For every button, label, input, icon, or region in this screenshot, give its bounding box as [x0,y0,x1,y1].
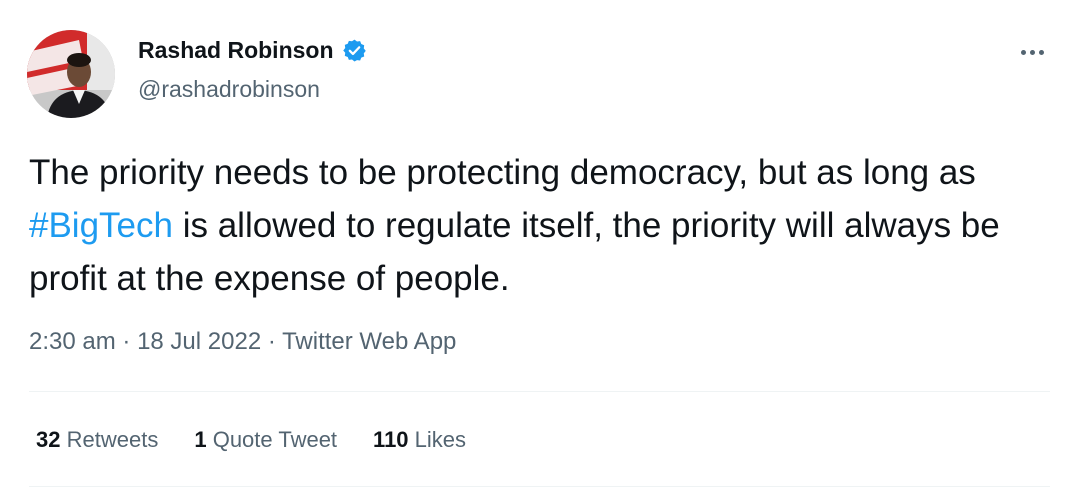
profile-photo [27,30,115,118]
tweet-text-part: The priority needs to be protecting demo… [29,153,976,192]
retweets-stat[interactable]: 32 Retweets [36,427,158,453]
quotes-count: 1 [194,427,207,452]
tweet-text: The priority needs to be protecting demo… [29,146,1039,305]
meta-separator: · [267,328,276,355]
tweet-source-link[interactable]: Twitter Web App [282,328,456,355]
likes-count: 110 [373,427,409,452]
tweet-card: Rashad Robinson @rashadrobinson The prio… [0,0,1080,491]
display-name-text: Rashad Robinson [138,37,334,63]
tweet-date[interactable]: 18 Jul 2022 [137,328,261,355]
hashtag-link[interactable]: #BigTech [29,206,173,245]
retweets-label: Retweets [66,427,159,452]
tweet-text-part: is allowed to regulate itself, the prior… [29,206,1000,298]
avatar[interactable] [27,30,115,118]
tweet-time[interactable]: 2:30 am [29,328,116,355]
author-handle[interactable]: @rashadrobinson [138,76,320,103]
quotes-label: Quote Tweet [212,427,338,452]
tweet-meta: 2:30 am · 18 Jul 2022 · Twitter Web App [29,328,456,356]
retweets-count: 32 [36,427,61,452]
divider [29,486,1050,487]
tweet-stats: 32 Retweets 1 Quote Tweet 110 Likes [36,427,466,453]
author-display-name[interactable]: Rashad Robinson [138,37,367,64]
more-options-icon[interactable] [1014,40,1050,64]
verified-badge-icon [342,38,367,63]
meta-separator: · [122,328,131,355]
quote-tweets-stat[interactable]: 1 Quote Tweet [194,427,337,453]
likes-label: Likes [414,427,467,452]
divider [29,391,1050,392]
likes-stat[interactable]: 110 Likes [373,427,466,453]
